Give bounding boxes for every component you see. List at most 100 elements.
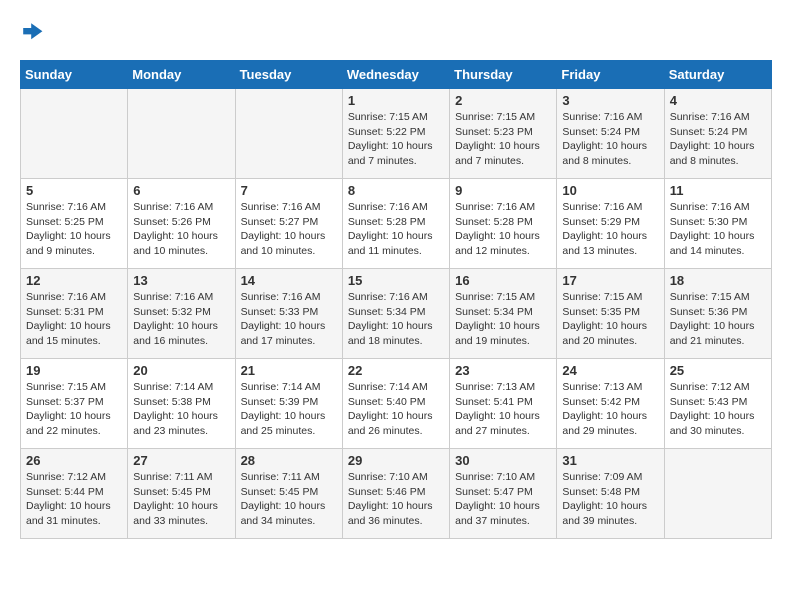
calendar-cell: 27 Sunrise: 7:11 AMSunset: 5:45 PMDaylig…	[128, 449, 235, 539]
day-info: Sunrise: 7:15 AMSunset: 5:37 PMDaylight:…	[26, 380, 122, 439]
day-number: 11	[670, 183, 766, 198]
calendar-cell: 18 Sunrise: 7:15 AMSunset: 5:36 PMDaylig…	[664, 269, 771, 359]
day-number: 22	[348, 363, 444, 378]
calendar-cell: 19 Sunrise: 7:15 AMSunset: 5:37 PMDaylig…	[21, 359, 128, 449]
day-info: Sunrise: 7:16 AMSunset: 5:27 PMDaylight:…	[241, 200, 337, 259]
day-number: 28	[241, 453, 337, 468]
day-info: Sunrise: 7:12 AMSunset: 5:43 PMDaylight:…	[670, 380, 766, 439]
calendar-table: SundayMondayTuesdayWednesdayThursdayFrid…	[20, 60, 772, 539]
calendar-cell: 20 Sunrise: 7:14 AMSunset: 5:38 PMDaylig…	[128, 359, 235, 449]
calendar-week-row: 1 Sunrise: 7:15 AMSunset: 5:22 PMDayligh…	[21, 89, 772, 179]
calendar-cell: 16 Sunrise: 7:15 AMSunset: 5:34 PMDaylig…	[450, 269, 557, 359]
day-number: 18	[670, 273, 766, 288]
day-info: Sunrise: 7:09 AMSunset: 5:48 PMDaylight:…	[562, 470, 658, 529]
day-number: 21	[241, 363, 337, 378]
calendar-cell: 26 Sunrise: 7:12 AMSunset: 5:44 PMDaylig…	[21, 449, 128, 539]
weekday-header-wednesday: Wednesday	[342, 61, 449, 89]
day-info: Sunrise: 7:16 AMSunset: 5:28 PMDaylight:…	[348, 200, 444, 259]
calendar-cell: 25 Sunrise: 7:12 AMSunset: 5:43 PMDaylig…	[664, 359, 771, 449]
calendar-cell	[235, 89, 342, 179]
day-info: Sunrise: 7:16 AMSunset: 5:34 PMDaylight:…	[348, 290, 444, 349]
calendar-cell: 23 Sunrise: 7:13 AMSunset: 5:41 PMDaylig…	[450, 359, 557, 449]
calendar-cell: 9 Sunrise: 7:16 AMSunset: 5:28 PMDayligh…	[450, 179, 557, 269]
calendar-week-row: 5 Sunrise: 7:16 AMSunset: 5:25 PMDayligh…	[21, 179, 772, 269]
calendar-cell: 7 Sunrise: 7:16 AMSunset: 5:27 PMDayligh…	[235, 179, 342, 269]
day-number: 25	[670, 363, 766, 378]
day-number: 17	[562, 273, 658, 288]
day-number: 6	[133, 183, 229, 198]
day-info: Sunrise: 7:16 AMSunset: 5:26 PMDaylight:…	[133, 200, 229, 259]
day-info: Sunrise: 7:15 AMSunset: 5:34 PMDaylight:…	[455, 290, 551, 349]
calendar-cell	[21, 89, 128, 179]
calendar-cell: 28 Sunrise: 7:11 AMSunset: 5:45 PMDaylig…	[235, 449, 342, 539]
weekday-header-friday: Friday	[557, 61, 664, 89]
page-header	[20, 20, 772, 44]
calendar-cell: 1 Sunrise: 7:15 AMSunset: 5:22 PMDayligh…	[342, 89, 449, 179]
calendar-cell: 14 Sunrise: 7:16 AMSunset: 5:33 PMDaylig…	[235, 269, 342, 359]
calendar-cell: 15 Sunrise: 7:16 AMSunset: 5:34 PMDaylig…	[342, 269, 449, 359]
calendar-cell: 4 Sunrise: 7:16 AMSunset: 5:24 PMDayligh…	[664, 89, 771, 179]
day-number: 3	[562, 93, 658, 108]
calendar-cell: 30 Sunrise: 7:10 AMSunset: 5:47 PMDaylig…	[450, 449, 557, 539]
weekday-header-monday: Monday	[128, 61, 235, 89]
calendar-cell: 13 Sunrise: 7:16 AMSunset: 5:32 PMDaylig…	[128, 269, 235, 359]
calendar-week-row: 12 Sunrise: 7:16 AMSunset: 5:31 PMDaylig…	[21, 269, 772, 359]
calendar-cell: 11 Sunrise: 7:16 AMSunset: 5:30 PMDaylig…	[664, 179, 771, 269]
calendar-cell	[664, 449, 771, 539]
day-number: 5	[26, 183, 122, 198]
day-info: Sunrise: 7:13 AMSunset: 5:42 PMDaylight:…	[562, 380, 658, 439]
day-number: 12	[26, 273, 122, 288]
day-info: Sunrise: 7:15 AMSunset: 5:22 PMDaylight:…	[348, 110, 444, 169]
day-number: 1	[348, 93, 444, 108]
day-number: 14	[241, 273, 337, 288]
calendar-cell: 17 Sunrise: 7:15 AMSunset: 5:35 PMDaylig…	[557, 269, 664, 359]
day-number: 31	[562, 453, 658, 468]
day-info: Sunrise: 7:15 AMSunset: 5:36 PMDaylight:…	[670, 290, 766, 349]
day-info: Sunrise: 7:16 AMSunset: 5:33 PMDaylight:…	[241, 290, 337, 349]
calendar-cell: 24 Sunrise: 7:13 AMSunset: 5:42 PMDaylig…	[557, 359, 664, 449]
day-number: 19	[26, 363, 122, 378]
calendar-cell: 21 Sunrise: 7:14 AMSunset: 5:39 PMDaylig…	[235, 359, 342, 449]
day-number: 26	[26, 453, 122, 468]
day-info: Sunrise: 7:15 AMSunset: 5:35 PMDaylight:…	[562, 290, 658, 349]
day-info: Sunrise: 7:16 AMSunset: 5:29 PMDaylight:…	[562, 200, 658, 259]
day-number: 23	[455, 363, 551, 378]
calendar-cell: 29 Sunrise: 7:10 AMSunset: 5:46 PMDaylig…	[342, 449, 449, 539]
logo	[20, 20, 48, 44]
calendar-cell: 5 Sunrise: 7:16 AMSunset: 5:25 PMDayligh…	[21, 179, 128, 269]
day-number: 7	[241, 183, 337, 198]
calendar-cell: 2 Sunrise: 7:15 AMSunset: 5:23 PMDayligh…	[450, 89, 557, 179]
calendar-cell: 12 Sunrise: 7:16 AMSunset: 5:31 PMDaylig…	[21, 269, 128, 359]
day-info: Sunrise: 7:16 AMSunset: 5:31 PMDaylight:…	[26, 290, 122, 349]
calendar-cell: 10 Sunrise: 7:16 AMSunset: 5:29 PMDaylig…	[557, 179, 664, 269]
day-info: Sunrise: 7:16 AMSunset: 5:25 PMDaylight:…	[26, 200, 122, 259]
day-number: 4	[670, 93, 766, 108]
day-info: Sunrise: 7:12 AMSunset: 5:44 PMDaylight:…	[26, 470, 122, 529]
weekday-header-sunday: Sunday	[21, 61, 128, 89]
day-info: Sunrise: 7:16 AMSunset: 5:32 PMDaylight:…	[133, 290, 229, 349]
day-number: 15	[348, 273, 444, 288]
calendar-week-row: 19 Sunrise: 7:15 AMSunset: 5:37 PMDaylig…	[21, 359, 772, 449]
calendar-week-row: 26 Sunrise: 7:12 AMSunset: 5:44 PMDaylig…	[21, 449, 772, 539]
calendar-cell	[128, 89, 235, 179]
calendar-cell: 31 Sunrise: 7:09 AMSunset: 5:48 PMDaylig…	[557, 449, 664, 539]
day-info: Sunrise: 7:14 AMSunset: 5:40 PMDaylight:…	[348, 380, 444, 439]
day-number: 13	[133, 273, 229, 288]
day-info: Sunrise: 7:16 AMSunset: 5:30 PMDaylight:…	[670, 200, 766, 259]
day-info: Sunrise: 7:16 AMSunset: 5:24 PMDaylight:…	[562, 110, 658, 169]
calendar-cell: 6 Sunrise: 7:16 AMSunset: 5:26 PMDayligh…	[128, 179, 235, 269]
day-number: 2	[455, 93, 551, 108]
calendar-cell: 8 Sunrise: 7:16 AMSunset: 5:28 PMDayligh…	[342, 179, 449, 269]
day-info: Sunrise: 7:10 AMSunset: 5:47 PMDaylight:…	[455, 470, 551, 529]
weekday-header-tuesday: Tuesday	[235, 61, 342, 89]
day-number: 8	[348, 183, 444, 198]
day-info: Sunrise: 7:10 AMSunset: 5:46 PMDaylight:…	[348, 470, 444, 529]
day-info: Sunrise: 7:14 AMSunset: 5:39 PMDaylight:…	[241, 380, 337, 439]
day-info: Sunrise: 7:15 AMSunset: 5:23 PMDaylight:…	[455, 110, 551, 169]
day-number: 27	[133, 453, 229, 468]
day-number: 24	[562, 363, 658, 378]
weekday-header-row: SundayMondayTuesdayWednesdayThursdayFrid…	[21, 61, 772, 89]
day-number: 10	[562, 183, 658, 198]
day-number: 20	[133, 363, 229, 378]
day-info: Sunrise: 7:16 AMSunset: 5:24 PMDaylight:…	[670, 110, 766, 169]
